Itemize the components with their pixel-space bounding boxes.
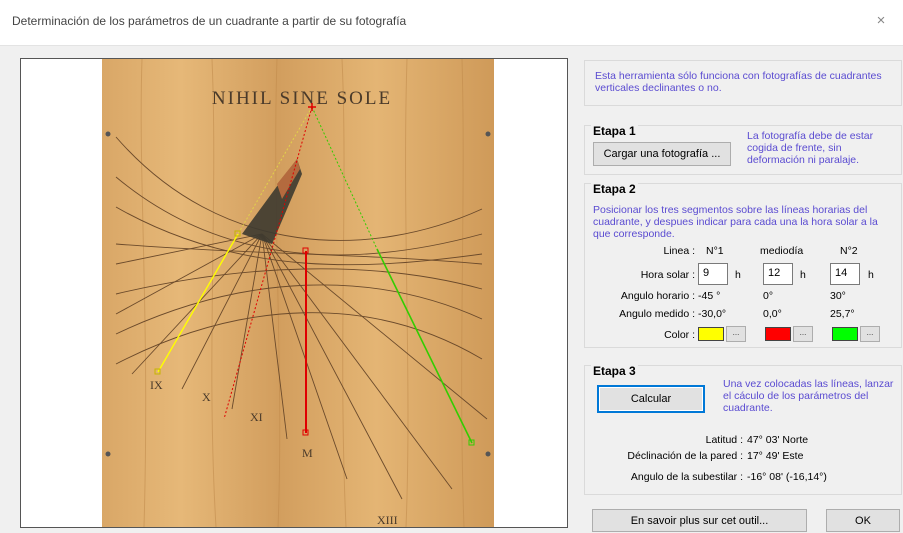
title-bar: Determinación de los parámetros de un cu… (0, 0, 903, 46)
color-label: Color : (664, 329, 695, 341)
stage3-title: Etapa 3 (591, 364, 638, 378)
intro-box: Esta herramienta sólo funciona con fotog… (584, 60, 902, 106)
declination-value: 17° 49' Este (747, 450, 804, 462)
measured-angle-label: Angulo medido : (619, 308, 695, 320)
color-picker-button-noon[interactable]: ... (793, 326, 813, 342)
hour-angle-1: -45 ° (698, 290, 721, 302)
hour-angle-label: Angulo horario : (620, 290, 695, 302)
window-title: Determinación de los parámetros de un cu… (12, 14, 407, 28)
color-swatch-noon (765, 327, 791, 341)
hour-unit: h (800, 269, 806, 281)
hour-input-2[interactable]: 14 (830, 263, 860, 285)
stage2-group: Etapa 2 Posicionar los tres segmentos so… (584, 182, 902, 348)
stage3-group: Etapa 3 Calcular Una vez colocadas las l… (584, 364, 902, 495)
photo-canvas[interactable]: NIHIL SINE SOLE IX X XI M XIII (20, 58, 568, 528)
stage1-note: La fotografía debe de estar cogida de fr… (747, 130, 874, 166)
motto-text: NIHIL SINE SOLE (212, 88, 392, 109)
hour-input-noon[interactable]: 12 (763, 263, 793, 285)
hour-label: M (302, 446, 313, 460)
hour-input-1[interactable]: 9 (698, 263, 728, 285)
latitude-value: 47° 03' Norte (747, 434, 809, 446)
color-swatch-1 (698, 327, 724, 341)
more-info-button[interactable]: En savoir plus sur cet outil... (592, 509, 807, 532)
col-header-1: N°1 (706, 245, 724, 257)
stage2-note: Posicionar los tres segmentos sobre las … (593, 204, 878, 240)
load-photo-button[interactable]: Cargar una fotografía ... (593, 142, 731, 166)
hour-label: X (202, 390, 211, 404)
hour-label: IX (150, 378, 163, 392)
hour-angle-2: 30° (830, 290, 846, 302)
color-picker-button-2[interactable]: ... (860, 326, 880, 342)
sundial-photo[interactable]: NIHIL SINE SOLE IX X XI M XIII (102, 59, 494, 527)
stage3-note: Una vez colocadas las líneas, lanzar el … (723, 378, 894, 414)
hour-unit: h (735, 269, 741, 281)
stage1-group: Etapa 1 Cargar una fotografía ... La fot… (584, 124, 902, 175)
measured-angle-noon: 0,0° (763, 308, 782, 320)
measured-angle-2: 25,7° (830, 308, 855, 320)
stage1-title: Etapa 1 (591, 124, 638, 138)
hour-angle-noon: 0° (763, 290, 774, 302)
hour-label: XI (250, 410, 263, 424)
calculate-button[interactable]: Calcular (597, 385, 705, 413)
col-header-noon: mediodía (760, 245, 804, 257)
ok-button[interactable]: OK (826, 509, 900, 532)
hour-unit: h (868, 269, 874, 281)
line-label: Linea : (663, 245, 695, 257)
latitude-label: Latitud : (705, 434, 743, 446)
col-header-2: N°2 (840, 245, 858, 257)
color-picker-button-1[interactable]: ... (726, 326, 746, 342)
intro-text: Esta herramienta sólo funciona con fotog… (595, 70, 882, 94)
stage2-title: Etapa 2 (591, 182, 638, 196)
substyle-label: Angulo de la subestilar : (630, 471, 743, 483)
close-icon[interactable]: × (869, 10, 893, 32)
wood-panel (102, 59, 494, 527)
declination-label: Déclinación de la pared : (627, 450, 743, 462)
hour-label: XIII (377, 513, 398, 527)
measured-angle-1: -30,0° (698, 308, 727, 320)
solar-hour-label: Hora solar : (640, 269, 695, 281)
substyle-value: -16° 08' (-16,14°) (747, 471, 827, 483)
color-swatch-2 (832, 327, 858, 341)
